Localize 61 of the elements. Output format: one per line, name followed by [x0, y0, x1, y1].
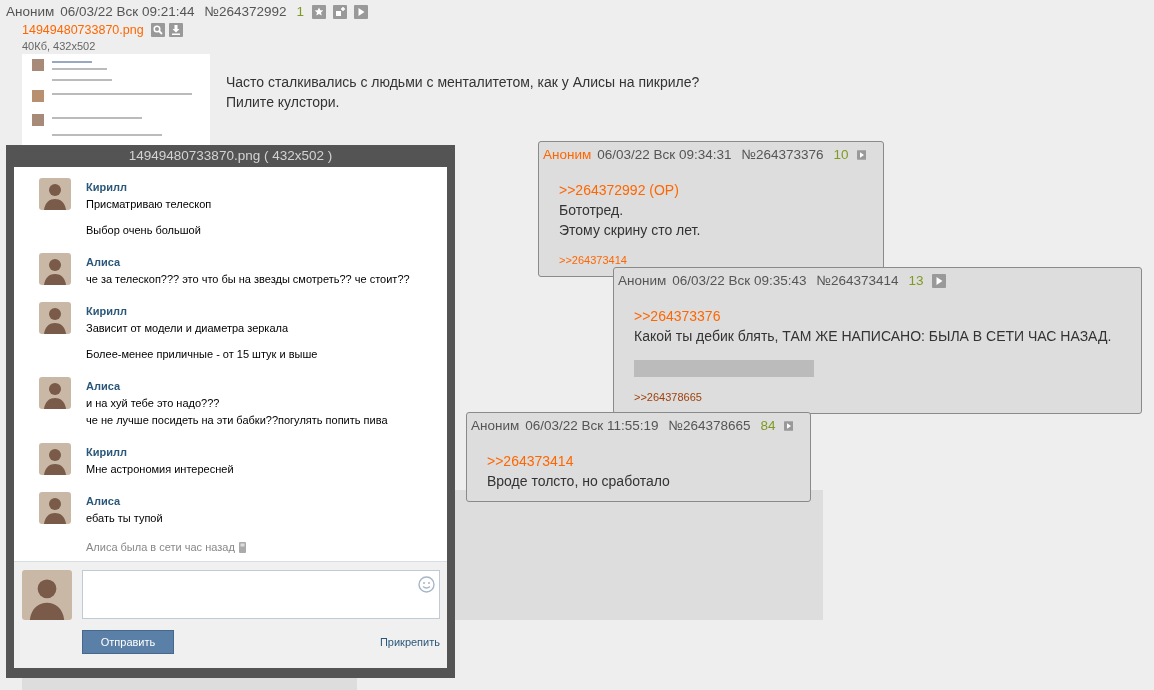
author-name: Аноним [6, 4, 55, 19]
avatar [39, 443, 71, 475]
sender-name[interactable]: Кирилл [86, 443, 234, 461]
author-name: Аноним [543, 147, 592, 162]
post-text: Какой ты дебик блять, ТАМ ЖЕ НАПИСАНО: БЫЛА В СЕТИ ЧАС НАЗАД. [634, 327, 1113, 346]
message-text: че за телескоп??? это что бы на звезды смотреть?? че стоит?? [86, 272, 410, 287]
avatar [39, 377, 71, 409]
star-icon[interactable] [312, 4, 327, 19]
post-number[interactable]: №264373414 [816, 273, 899, 288]
post-text: Вроде толсто, но сработало [487, 472, 671, 491]
avatar [22, 570, 72, 620]
post-text: Часто сталкивались с людьми с менталитетом, как у Алисы на пикриле? [226, 73, 700, 92]
post-text: Бототред. [559, 201, 625, 220]
play-icon[interactable] [856, 147, 866, 162]
avatar [39, 178, 71, 210]
message-text: Более-менее приличные - от 15 штук и выше [86, 347, 318, 362]
attach-link[interactable]: Прикрепить [379, 636, 440, 648]
message-text: и на хуй тебе это надо??? [86, 396, 221, 411]
author-name: Аноним [618, 273, 667, 288]
post-number[interactable]: №264373376 [741, 147, 824, 162]
sender-name[interactable]: Кирилл [86, 302, 318, 320]
message-text: че не лучше посидеть на эти бабки??погулять попить пива [86, 413, 388, 428]
post-number[interactable]: №264372992 [204, 4, 287, 19]
sender-name[interactable]: Алиса [86, 377, 388, 395]
avatar [39, 492, 71, 524]
reply-count: 10 [833, 147, 849, 162]
sender-name[interactable]: Алиса [86, 492, 163, 510]
post-date: 06/03/22 Вск 11:55:19 [525, 418, 659, 433]
online-status: Алиса была в сети час назад [86, 541, 235, 553]
viewer-title: 14949480733870.png ( 432x502 ) [127, 147, 334, 165]
search-icon[interactable] [150, 23, 165, 37]
sender-name[interactable]: Кирилл [86, 178, 212, 196]
message-text: Зависит от модели и диаметра зеркала [86, 321, 290, 336]
author-name: Аноним [471, 418, 520, 433]
sender-name[interactable]: Алиса [86, 253, 410, 271]
post-number[interactable]: №264378665 [668, 418, 751, 433]
file-info: 40Кб, 432x502 [22, 40, 97, 52]
avatar [39, 253, 71, 285]
message-input[interactable] [82, 570, 440, 619]
reply-count: 84 [760, 418, 776, 433]
message-text: ебать ты тупой [86, 511, 163, 526]
message-text: Присматриваю телескоп [86, 197, 212, 212]
smiley-icon[interactable] [418, 576, 435, 593]
send-button[interactable]: Отправить [82, 630, 174, 654]
play-icon[interactable] [931, 273, 946, 288]
message-text: Выбор очень большой [86, 223, 202, 238]
post-text: Этому скрину сто лет. [559, 221, 702, 240]
reply-link[interactable]: >>264378665 [634, 391, 1131, 403]
post-date: 06/03/22 Вск 09:34:31 [597, 147, 732, 162]
avatar [39, 302, 71, 334]
message-text: Мне астрономия интересней [86, 462, 234, 477]
download-icon[interactable] [168, 23, 183, 37]
play-icon[interactable] [354, 4, 369, 19]
play-icon[interactable] [783, 418, 793, 433]
post-text: Пилите кулстори. [226, 93, 341, 112]
phone-icon [238, 541, 246, 553]
post-date: 06/03/22 Вск 09:21:44 [60, 4, 195, 19]
plus-icon[interactable] [333, 4, 348, 19]
post-date: 06/03/22 Вск 09:35:43 [672, 273, 807, 288]
reply-count: 1 [296, 4, 305, 19]
reply-count: 13 [908, 273, 924, 288]
